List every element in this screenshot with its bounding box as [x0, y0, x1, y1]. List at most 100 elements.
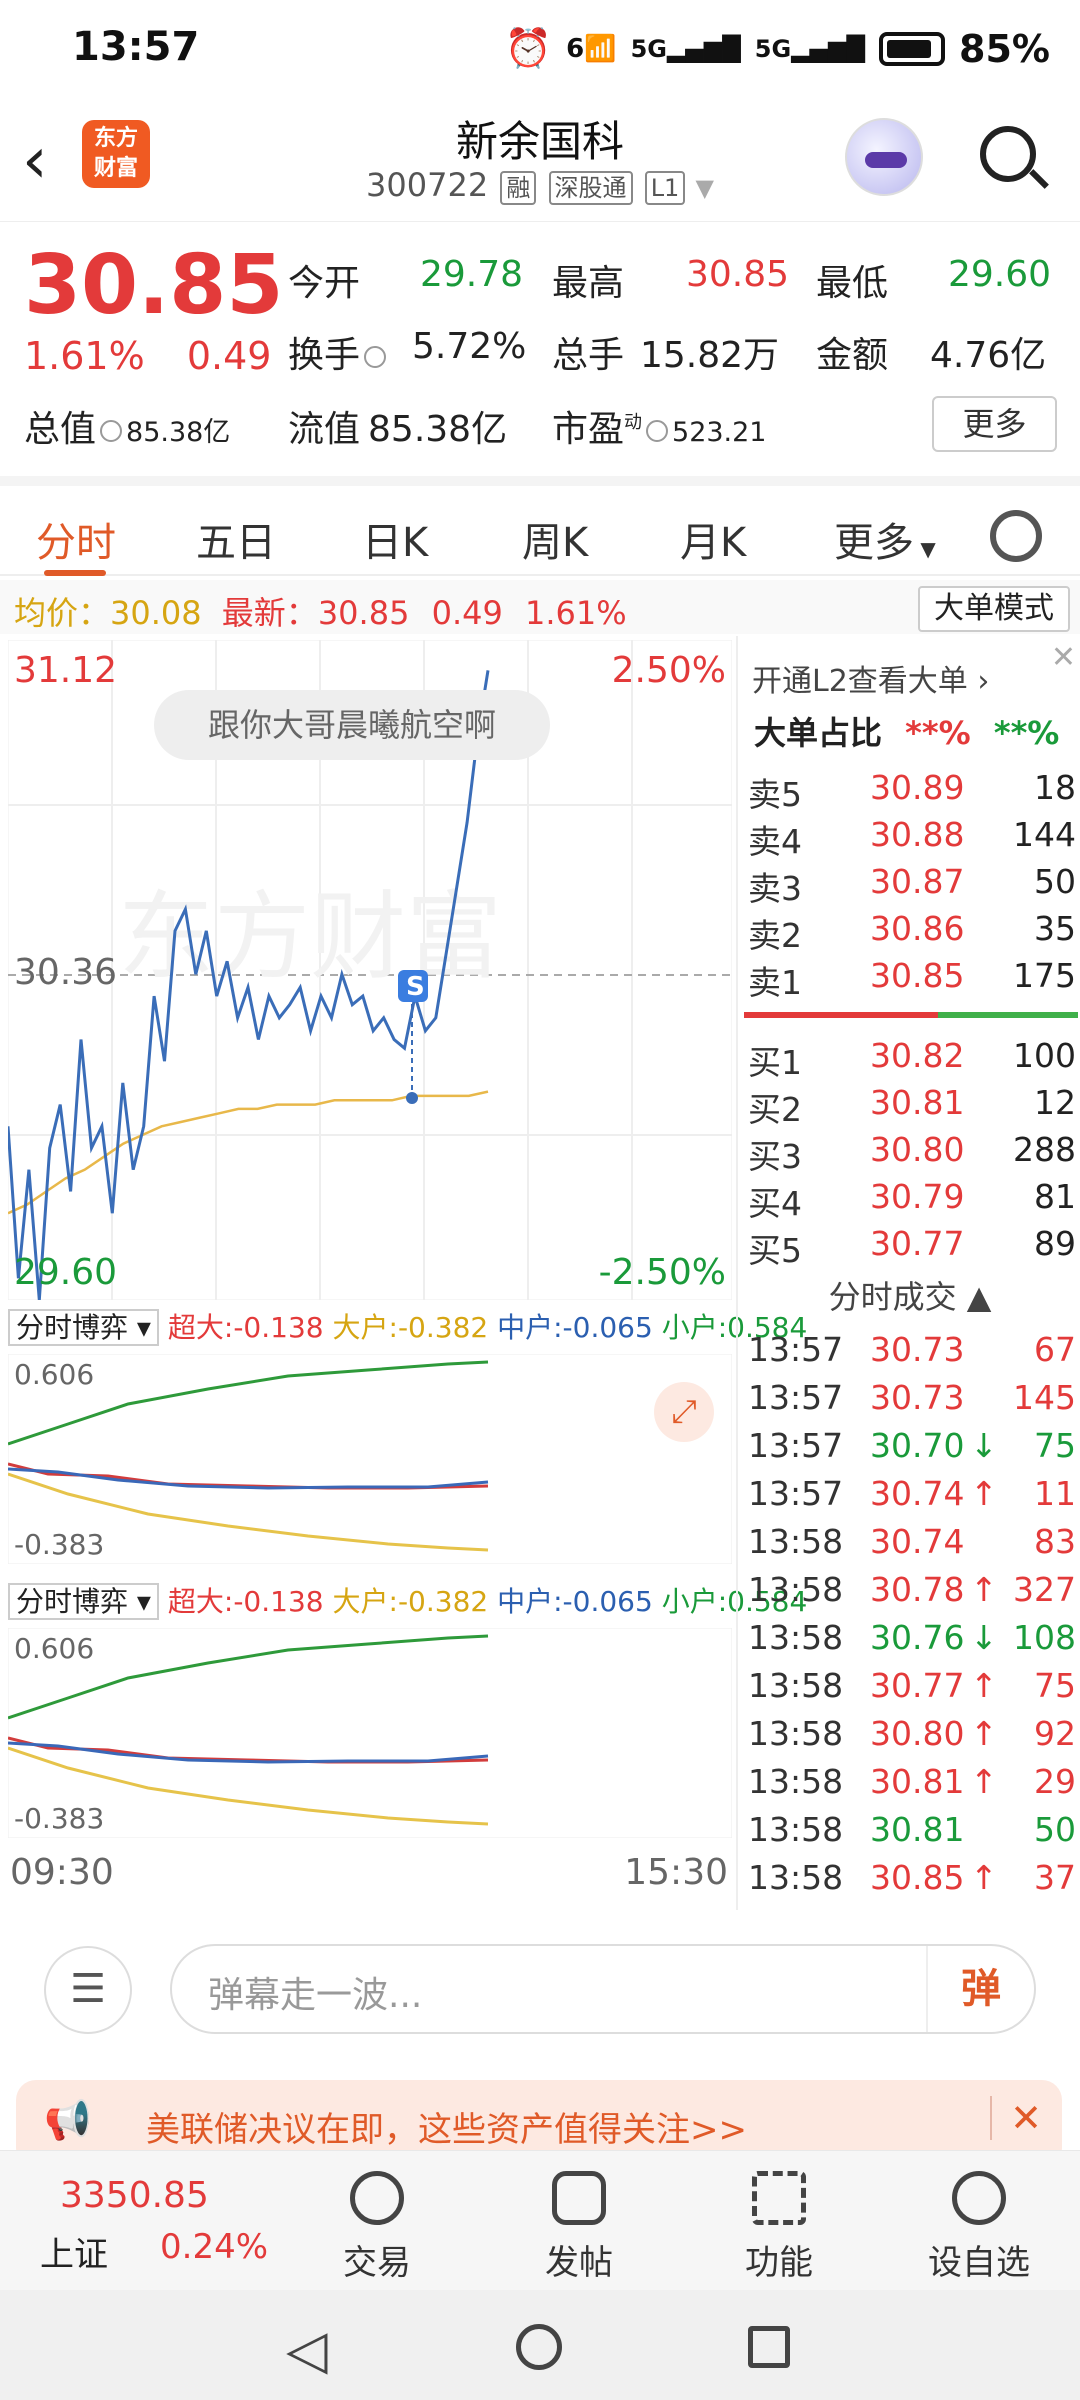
trade-row: 13:58 30.74 83	[738, 1518, 1080, 1566]
nav-watchlist[interactable]: 设自选	[914, 2171, 1044, 2284]
level-label: 买4	[748, 1184, 802, 1223]
tab-monthly-k[interactable]: 月K	[680, 510, 746, 568]
dropdown-icon[interactable]: ▼	[696, 174, 714, 202]
info-icon[interactable]	[646, 420, 669, 442]
nav-post[interactable]: 发帖	[514, 2171, 644, 2284]
system-nav-bar: ◁	[0, 2290, 1080, 2400]
more-button[interactable]: 更多	[932, 396, 1057, 452]
trade-time: 13:58	[748, 1618, 844, 1657]
trade-arrow: ↑	[970, 1714, 998, 1753]
nav-trade[interactable]: 交易	[312, 2171, 442, 2284]
volume-cell: 144	[1013, 815, 1076, 854]
mktcap-value: 85.38亿	[126, 417, 231, 448]
asks-row: 卖2 30.86 35	[738, 905, 1080, 955]
index-name[interactable]: 上证	[40, 2227, 108, 2276]
robot-assistant-icon[interactable]	[845, 118, 923, 196]
danmaku-input[interactable]: 弹幕走一波... 弹	[170, 1944, 1036, 2034]
trade-time: 13:58	[748, 1762, 844, 1801]
price-cell: 30.74	[870, 1522, 965, 1561]
nav-functions[interactable]: 功能	[714, 2171, 844, 2284]
tab-weekly-k[interactable]: 周K	[522, 510, 588, 568]
search-icon[interactable]	[980, 126, 1036, 182]
price-info-line: 均价：30.08 最新：30.85 0.49 1.61% 大单模式	[0, 580, 1080, 634]
tab-daily-k[interactable]: 日K	[362, 510, 428, 568]
volume-value: 15.82万	[640, 335, 780, 376]
danmaku-send-button[interactable]: 弹	[926, 1946, 1034, 2032]
buy-sell-bar	[744, 1012, 1078, 1018]
current-price: 30.85	[24, 238, 284, 333]
gear-icon[interactable]	[990, 510, 1042, 562]
trade-arrow: ↑	[970, 1858, 998, 1897]
battery-percent: 85%	[959, 26, 1050, 71]
price-cell: 30.73	[870, 1330, 965, 1369]
turnover-value: 5.72%	[412, 326, 527, 367]
trade-arrow: ↑	[970, 1762, 998, 1801]
quote-panel: 30.85 1.61% 0.49 今开 29.78 最高 30.85 最低 29…	[0, 224, 1080, 474]
back-nav-icon[interactable]: ◁	[286, 2318, 328, 2381]
time-end-label: 15:30	[624, 1852, 728, 1893]
status-time: 13:57	[72, 24, 200, 70]
volume-cell: 100	[1013, 1036, 1076, 1075]
trade-time: 13:58	[748, 1810, 844, 1849]
active-tab-indicator	[44, 570, 106, 576]
more-dots-icon	[952, 2171, 1006, 2225]
index-percent[interactable]: 0.24%	[160, 2227, 268, 2267]
volume-cell: 75	[1034, 1666, 1076, 1705]
trade-row: 13:57 30.73 145	[738, 1374, 1080, 1422]
news-text[interactable]: 美联储决议在即，这些资产值得关注>>	[146, 2102, 747, 2151]
panel-selector-2[interactable]: 分时博弈 ▾	[8, 1583, 159, 1620]
trade-row: 13:57 30.70 ↓ 75	[738, 1422, 1080, 1470]
l2-link[interactable]: 开通L2查看大单 ›	[752, 656, 989, 700]
volume-cell: 50	[1034, 862, 1076, 901]
y-max-pct-label: 2.50%	[611, 650, 726, 691]
volume-cell: 18	[1034, 768, 1076, 807]
expand-icon[interactable]: ⤢	[654, 1382, 714, 1442]
marker-dot	[406, 1092, 418, 1104]
danmaku-bubble[interactable]: 跟你大哥晨曦航空啊	[154, 690, 550, 760]
tab-intraday[interactable]: 分时	[36, 510, 116, 568]
info-icon[interactable]	[100, 420, 123, 442]
tab-more[interactable]: 更多 ▼	[834, 510, 936, 568]
mktcap-label: 总值 85.38亿	[24, 409, 231, 450]
volume-cell: 67	[1034, 1330, 1076, 1369]
recents-nav-icon[interactable]	[748, 2326, 790, 2368]
price-cell: 30.77	[870, 1224, 965, 1263]
order-book-panel: 开通L2查看大单 › ✕ 大单占比 **% **% 卖5 30.89 18 卖4 30.…	[736, 636, 1080, 1910]
info-icon[interactable]	[364, 346, 387, 368]
yen-icon	[350, 2171, 404, 2225]
danmaku-settings-icon[interactable]: ☰	[44, 1946, 132, 2034]
bids-row: 买5 30.77 89	[738, 1220, 1080, 1270]
low-value: 29.60	[948, 254, 1052, 295]
margin-tag: 融	[500, 171, 537, 205]
price-cell: 30.70	[870, 1426, 965, 1465]
game-panel-header-1: 分时博弈 ▾ 超大:-0.138 大户:-0.382 中户:-0.065 小户:…	[8, 1306, 807, 1350]
home-nav-icon[interactable]	[516, 2324, 562, 2370]
trade-time: 13:58	[748, 1522, 844, 1561]
trade-time: 13:58	[748, 1858, 844, 1897]
news-close-icon[interactable]: ✕	[990, 2096, 1042, 2140]
close-icon[interactable]: ✕	[1051, 640, 1076, 675]
trade-arrow: ↓	[970, 1426, 998, 1465]
connect-tag: 深股通	[548, 171, 633, 205]
pe-ratio: 市盈动 523.21	[552, 409, 767, 450]
panel-selector-1[interactable]: 分时博弈 ▾	[8, 1309, 159, 1346]
volume-cell: 83	[1034, 1522, 1076, 1561]
index-value[interactable]: 3350.85	[60, 2175, 209, 2216]
amount-value: 4.76亿	[930, 335, 1047, 376]
trades-title[interactable]: 分时成交 ▲	[738, 1272, 1080, 1318]
volume-cell: 50	[1034, 1810, 1076, 1849]
edit-icon	[552, 2171, 606, 2225]
volume-cell: 145	[1013, 1378, 1076, 1417]
bids-row: 买1 30.82 100	[738, 1032, 1080, 1082]
status-icons: ⏰ 6📶 5G▂▄▆█ 5G▂▄▆█ 85%	[505, 26, 1050, 71]
tab-five-day[interactable]: 五日	[196, 510, 276, 568]
price-cell: 30.82	[870, 1036, 965, 1075]
big-order-mode-button[interactable]: 大单模式	[918, 586, 1070, 632]
y-max-label: 31.12	[14, 650, 118, 691]
intraday-chart-area[interactable]: 东方财富 S 跟你大哥晨曦航空啊 31.12 2.50% 30.36 29.60…	[8, 640, 807, 1905]
battery-icon	[879, 31, 946, 66]
change-percent: 1.61%	[24, 334, 145, 378]
time-start-label: 09:30	[10, 1852, 114, 1893]
level-label: 买5	[748, 1231, 802, 1270]
asks-row: 卖3 30.87 50	[738, 858, 1080, 908]
